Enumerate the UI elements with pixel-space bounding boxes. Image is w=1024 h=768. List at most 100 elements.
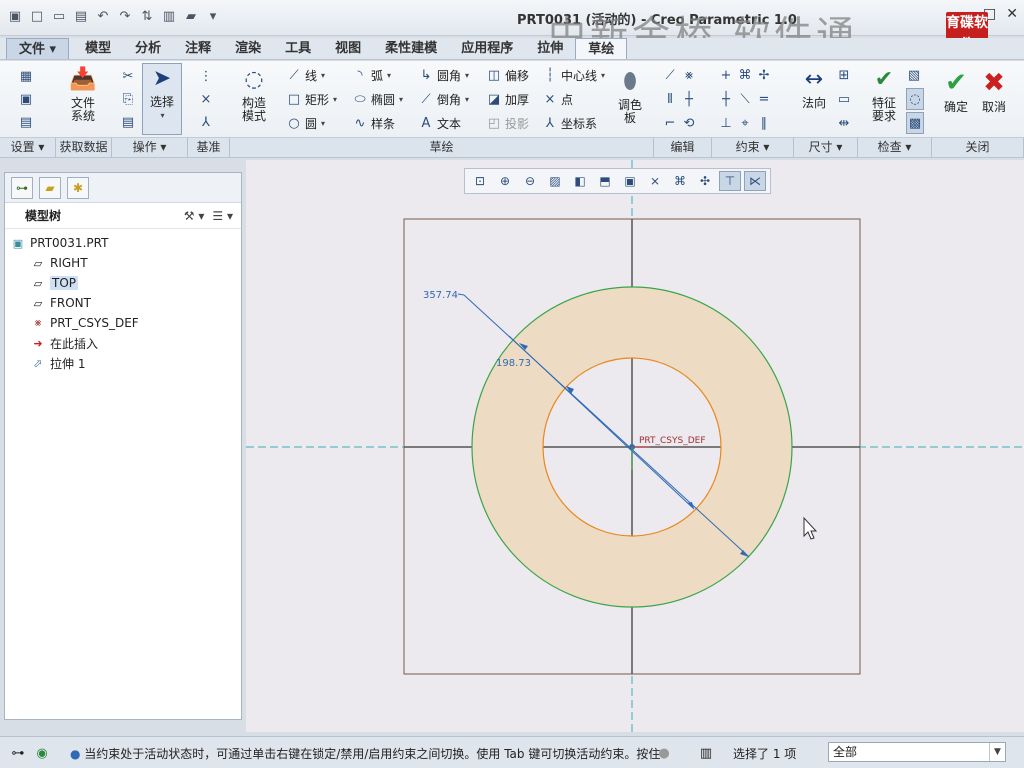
datum-point-button[interactable]: × bbox=[198, 88, 214, 110]
group-inspect[interactable]: 检查 ▾ bbox=[858, 137, 932, 157]
datum-csys-button[interactable]: ⅄ bbox=[198, 111, 214, 133]
zoom-out-icon[interactable]: ⊖ bbox=[519, 171, 541, 191]
tab-extrude[interactable]: 拉伸 bbox=[525, 38, 575, 59]
show-navigator-icon[interactable]: ⊶ bbox=[8, 744, 28, 762]
sketch-setup-button[interactable]: ▦ bbox=[18, 65, 34, 87]
constraints-row-1[interactable]: + ⌘ ✢ bbox=[718, 64, 772, 86]
tab-tools[interactable]: 工具 bbox=[273, 38, 323, 59]
perimeter-button[interactable]: ⊞ bbox=[836, 64, 852, 86]
sketcher-display-icon[interactable]: ⋉ bbox=[744, 171, 766, 191]
tab-applications[interactable]: 应用程序 bbox=[449, 38, 525, 59]
select-button[interactable]: ➤ 选择 ▾ bbox=[142, 63, 182, 135]
selection-filter-dropdown[interactable]: 全部 ▼ bbox=[828, 742, 1006, 762]
symmetric-constraint-icon: ⌖ bbox=[741, 115, 749, 131]
constraints-row-2[interactable]: ┼ ⟍ = bbox=[718, 88, 772, 110]
tab-view[interactable]: 视图 bbox=[323, 38, 373, 59]
palette-button[interactable]: ⬮ 调色 板 bbox=[612, 67, 648, 125]
inner-diameter-label[interactable]: 198.73 bbox=[496, 358, 531, 369]
tree-settings-icon[interactable]: ⚒ ▾ bbox=[184, 209, 205, 223]
refit-icon[interactable]: ⊡ bbox=[469, 171, 491, 191]
copy-button[interactable]: ⎘ bbox=[120, 88, 136, 110]
cancel-button[interactable]: ✖ 取消 bbox=[976, 69, 1012, 114]
circle-tool[interactable]: ○ 圆 ▾ bbox=[286, 112, 325, 134]
tree-item-right[interactable]: ▱ RIGHT bbox=[5, 253, 241, 273]
construction-mode-button[interactable]: ◌ 构造 模式 bbox=[234, 65, 274, 123]
repaint-icon[interactable]: ▨ bbox=[544, 171, 566, 191]
references-button[interactable]: ▣ bbox=[18, 88, 34, 110]
baseline-button[interactable]: ⇹ bbox=[836, 112, 852, 134]
datum-display-icon[interactable]: ⨯ bbox=[644, 171, 666, 191]
chamfer-tool[interactable]: ⟋ 倒角 ▾ bbox=[418, 88, 469, 110]
tab-file[interactable]: 文件 ▾ bbox=[6, 38, 70, 59]
tree-item-csys[interactable]: ⨳ PRT_CSYS_DEF bbox=[5, 313, 241, 333]
paste-button[interactable]: ▤ bbox=[120, 111, 136, 133]
sketch-view-icon[interactable]: ⊤ bbox=[719, 171, 741, 191]
arc-tool[interactable]: ◝ 弧 ▾ bbox=[352, 64, 391, 86]
ellipse-tool[interactable]: ⬭ 椭圆 ▾ bbox=[352, 88, 403, 110]
smart-select-icon[interactable]: ▥ bbox=[696, 744, 716, 762]
datum-centerline-button[interactable]: ⋮ bbox=[198, 65, 214, 87]
show-browser-icon[interactable]: ◉ bbox=[32, 744, 52, 762]
datum-plane-icon: ▱ bbox=[33, 276, 43, 290]
group-dimension[interactable]: 尺寸 ▾ bbox=[794, 137, 858, 157]
ok-button[interactable]: ✔ 确定 bbox=[938, 69, 974, 114]
close-window-icon[interactable]: ✕ bbox=[1006, 6, 1018, 22]
normal-dimension-button[interactable]: ↔ 法向 bbox=[794, 65, 834, 110]
line-tool[interactable]: ⟋ 线 ▾ bbox=[286, 64, 325, 86]
favorites-tab[interactable]: ✱ bbox=[67, 177, 89, 199]
tab-model[interactable]: 模型 bbox=[73, 38, 123, 59]
constraints-row-3[interactable]: ⊥ ⌖ ∥ bbox=[718, 112, 772, 134]
point-tool[interactable]: × 点 bbox=[542, 88, 573, 110]
feature-requirements-button[interactable]: ✔ 特征 要求 bbox=[864, 65, 904, 123]
tab-analysis[interactable]: 分析 bbox=[123, 38, 173, 59]
tree-item-part[interactable]: ▣ PRT0031.PRT bbox=[5, 233, 241, 253]
references-icon: ▣ bbox=[19, 91, 33, 107]
tab-flexible-modeling[interactable]: 柔性建模 bbox=[373, 38, 449, 59]
tree-item-extrude[interactable]: ⬀ 拉伸 1 bbox=[5, 353, 241, 373]
highlight-open-ends-button[interactable]: ◌ bbox=[906, 88, 924, 110]
centerline-tool[interactable]: ┆ 中心线 ▾ bbox=[542, 64, 605, 86]
window-title: PRT0031 (活动的) - Creo Parametric 1.0 bbox=[517, 13, 797, 28]
cut-button[interactable]: ✂ bbox=[120, 65, 136, 87]
fillet-tool[interactable]: ↳ 圆角 ▾ bbox=[418, 64, 469, 86]
tab-annotate[interactable]: 注释 bbox=[173, 38, 223, 59]
group-constraint[interactable]: 约束 ▾ bbox=[712, 137, 794, 157]
text-tool[interactable]: A 文本 bbox=[418, 112, 461, 134]
rectangle-tool[interactable]: □ 矩形 ▾ bbox=[286, 88, 337, 110]
mirror-button[interactable]: ⫴ ┼ bbox=[662, 88, 697, 110]
csys-tool[interactable]: ⅄ 坐标系 bbox=[542, 112, 597, 134]
group-operations[interactable]: 操作 ▾ bbox=[112, 137, 188, 157]
file-system-button[interactable]: 📥 文件 系统 bbox=[62, 65, 104, 123]
zoom-in-icon[interactable]: ⊕ bbox=[494, 171, 516, 191]
shade-closed-loops-button[interactable]: ▩ bbox=[906, 112, 924, 134]
view-manager-icon[interactable]: ▣ bbox=[619, 171, 641, 191]
ellipse-icon: ⬭ bbox=[354, 91, 366, 107]
corner-button[interactable]: ⌐ ⟲ bbox=[662, 112, 697, 134]
outer-diameter-label[interactable]: 357.74 bbox=[423, 290, 458, 301]
group-settings[interactable]: 设置 ▾ bbox=[0, 137, 56, 157]
annotation-display-icon[interactable]: ⌘ bbox=[669, 171, 691, 191]
saved-orientations-icon[interactable]: ⬒ bbox=[594, 171, 616, 191]
overlap-geometry-button[interactable]: ▧ bbox=[906, 64, 922, 86]
tab-sketch[interactable]: 草绘 bbox=[575, 38, 628, 59]
modify-button[interactable]: ⟋ ⨳ bbox=[662, 64, 697, 86]
model-tree-tab[interactable]: ⊶ bbox=[11, 177, 33, 199]
offset-tool[interactable]: ◫ 偏移 bbox=[486, 64, 529, 86]
dim-arrowhead bbox=[687, 502, 694, 509]
spline-tool[interactable]: ∿ 样条 bbox=[352, 112, 395, 134]
project-tool[interactable]: ◰ 投影 bbox=[486, 112, 529, 134]
graphics-window[interactable]: 357.74 198.73 PRT_CSYS_DEF bbox=[246, 160, 1024, 732]
reference-dim-button[interactable]: ▭ bbox=[836, 88, 852, 110]
sketch-canvas[interactable]: 357.74 198.73 PRT_CSYS_DEF bbox=[246, 160, 1024, 732]
display-style-icon[interactable]: ◧ bbox=[569, 171, 591, 191]
folder-browser-tab[interactable]: ▰ bbox=[39, 177, 61, 199]
tree-item-insert-here[interactable]: ➜ 在此插入 bbox=[5, 333, 241, 353]
spin-center-icon[interactable]: ✣ bbox=[694, 171, 716, 191]
tree-show-icon[interactable]: ☰ ▾ bbox=[212, 209, 233, 223]
tab-render[interactable]: 渲染 bbox=[223, 38, 273, 59]
thicken-tool[interactable]: ◪ 加厚 bbox=[486, 88, 529, 110]
paste-icon: ▤ bbox=[121, 114, 135, 130]
tree-item-top[interactable]: ▱ TOP bbox=[5, 273, 241, 293]
sketch-view-button[interactable]: ▤ bbox=[18, 111, 34, 133]
tree-item-front[interactable]: ▱ FRONT bbox=[5, 293, 241, 313]
